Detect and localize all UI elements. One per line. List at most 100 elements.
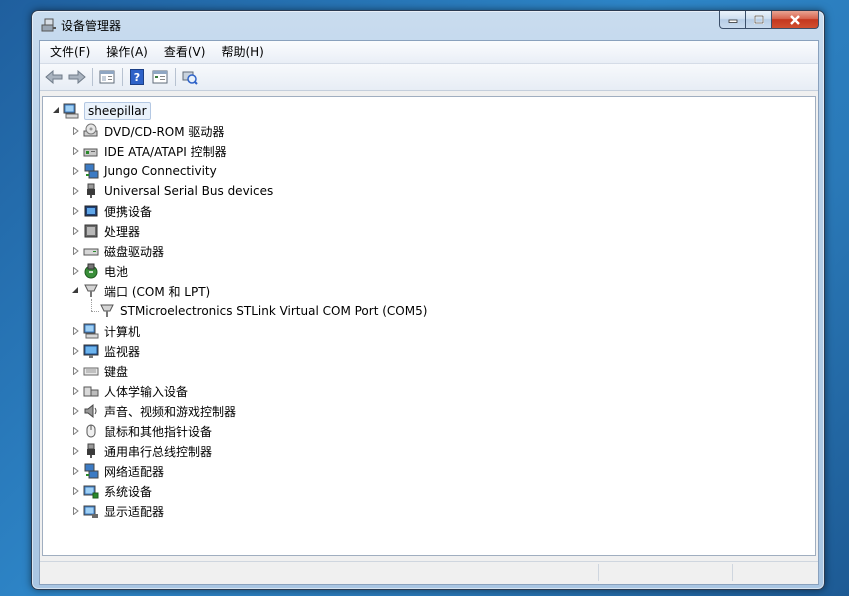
hid-icon [83, 386, 99, 397]
view-button[interactable] [150, 67, 170, 87]
properties-button[interactable] [97, 67, 117, 87]
tree-expand-toggle[interactable] [71, 226, 80, 235]
tree-device-node[interactable]: STMicroelectronics STLink Virtual COM Po… [99, 301, 427, 321]
tree-connector-line [91, 299, 92, 311]
tree-category-node[interactable]: 键盘 [83, 361, 128, 381]
port-icon [84, 284, 98, 297]
tree-node-label: 通用串行总线控制器 [104, 444, 213, 459]
tree-node-label: 磁盘驱动器 [104, 244, 165, 259]
tree-node-label: 鼠标和其他指针设备 [104, 424, 213, 439]
tree-expand-toggle[interactable] [71, 426, 80, 435]
tree-node-label: Jungo Connectivity [104, 164, 217, 178]
forward-button[interactable] [67, 67, 87, 87]
tree-category-node[interactable]: 端口 (COM 和 LPT) [83, 281, 210, 301]
toolbar: ? [40, 64, 818, 91]
tree-expand-toggle[interactable] [71, 126, 80, 135]
tree-category-node[interactable]: 显示适配器 [83, 501, 164, 521]
tree-expand-toggle[interactable] [71, 446, 80, 455]
tree-expand-toggle[interactable] [71, 146, 80, 155]
tree-expand-toggle[interactable] [71, 386, 80, 395]
collapsed-triangle-icon [72, 486, 79, 495]
scan-hardware-icon [182, 71, 198, 85]
collapsed-triangle-icon [72, 446, 79, 455]
battery-icon [84, 263, 98, 279]
collapsed-triangle-icon [72, 146, 79, 155]
tree-expand-toggle[interactable] [71, 466, 80, 475]
tree-node-label: 电池 [104, 264, 129, 279]
menu-file[interactable]: 文件(F) [42, 42, 98, 62]
tree-expand-toggle[interactable] [71, 326, 80, 335]
tree-category-node[interactable]: 电池 [83, 261, 128, 281]
maximize-button[interactable] [746, 11, 772, 29]
close-button[interactable] [772, 11, 819, 29]
device-manager-window: 设备管理器 文件(F) 操作(A) 查看(V) 帮助(H) ? sheepill… [31, 10, 825, 590]
tree-category-node[interactable]: 网络适配器 [83, 461, 164, 481]
tree-expand-toggle[interactable] [71, 206, 80, 215]
tree-category-node[interactable]: 人体学输入设备 [83, 381, 188, 401]
tree-node-label: STMicroelectronics STLink Virtual COM Po… [120, 304, 428, 318]
speaker-icon [84, 403, 97, 419]
tree-node-label: 声音、视频和游戏控制器 [104, 404, 237, 419]
tree-expand-toggle[interactable] [71, 366, 80, 375]
tree-node-label: 显示适配器 [104, 504, 165, 519]
tree-root-node[interactable]: sheepillar [63, 101, 151, 121]
network-adapter-icon [84, 463, 99, 479]
tree-expand-toggle[interactable] [71, 346, 80, 355]
tree-category-node[interactable]: Universal Serial Bus devices [83, 181, 273, 201]
tree-category-node[interactable]: 通用串行总线控制器 [83, 441, 212, 461]
tree-category-node[interactable]: 磁盘驱动器 [83, 241, 164, 261]
tree-expand-toggle[interactable] [71, 186, 80, 195]
expanded-triangle-icon [72, 287, 78, 293]
tree-expand-toggle[interactable] [71, 506, 80, 515]
help-button[interactable]: ? [127, 67, 147, 87]
collapsed-triangle-icon [72, 406, 79, 415]
scan-hardware-button[interactable] [180, 67, 200, 87]
properties-icon [99, 70, 115, 84]
collapsed-triangle-icon [72, 226, 79, 235]
tree-expand-toggle[interactable] [71, 166, 80, 175]
tree-collapse-toggle[interactable] [71, 286, 80, 295]
collapsed-triangle-icon [72, 346, 79, 355]
tree-category-node[interactable]: 监视器 [83, 341, 140, 361]
tree-expand-toggle[interactable] [71, 406, 80, 415]
back-button[interactable] [44, 67, 64, 87]
menu-action[interactable]: 操作(A) [98, 42, 156, 62]
menu-view[interactable]: 查看(V) [156, 42, 214, 62]
tree-category-node[interactable]: DVD/CD-ROM 驱动器 [83, 121, 224, 141]
port-icon [100, 304, 114, 317]
toolbar-separator [175, 68, 176, 86]
tree-collapse-toggle[interactable] [52, 106, 61, 115]
collapsed-triangle-icon [72, 466, 79, 475]
tree-node-label: 监视器 [104, 344, 141, 359]
tree-node-label: 处理器 [104, 224, 141, 239]
collapsed-triangle-icon [72, 186, 79, 195]
tree-node-label: 端口 (COM 和 LPT) [104, 284, 211, 299]
device-tree[interactable]: sheepillar DVD/CD-ROM 驱动器 IDE ATA/ATAPI 控… [42, 96, 816, 556]
tree-category-node[interactable]: Jungo Connectivity [83, 161, 217, 181]
tree-node-label: 人体学输入设备 [104, 384, 189, 399]
tree-expand-toggle[interactable] [71, 266, 80, 275]
usb-plug-icon [87, 443, 95, 458]
tree-category-node[interactable]: 处理器 [83, 221, 140, 241]
status-pane-divider [732, 564, 734, 581]
tree-category-node[interactable]: 声音、视频和游戏控制器 [83, 401, 236, 421]
title-bar[interactable]: 设备管理器 [32, 11, 824, 41]
tree-expand-toggle[interactable] [71, 246, 80, 255]
menu-help[interactable]: 帮助(H) [213, 42, 271, 62]
tree-category-node[interactable]: 鼠标和其他指针设备 [83, 421, 212, 441]
tree-node-label: Universal Serial Bus devices [104, 184, 274, 198]
tree-category-node[interactable]: IDE ATA/ATAPI 控制器 [83, 141, 227, 161]
collapsed-triangle-icon [72, 166, 79, 175]
minimize-button[interactable] [719, 11, 746, 29]
computer-icon [63, 103, 79, 119]
status-pane-divider [598, 564, 600, 581]
tree-node-label: 网络适配器 [104, 464, 165, 479]
tree-category-node[interactable]: 系统设备 [83, 481, 152, 501]
tree-category-node[interactable]: 计算机 [83, 321, 140, 341]
collapsed-triangle-icon [72, 386, 79, 395]
tree-category-node[interactable]: 便携设备 [83, 201, 152, 221]
help-icon: ? [130, 69, 144, 85]
tree-expand-toggle[interactable] [71, 486, 80, 495]
tree-node-label: 计算机 [104, 324, 141, 339]
portable-device-icon [84, 205, 98, 217]
